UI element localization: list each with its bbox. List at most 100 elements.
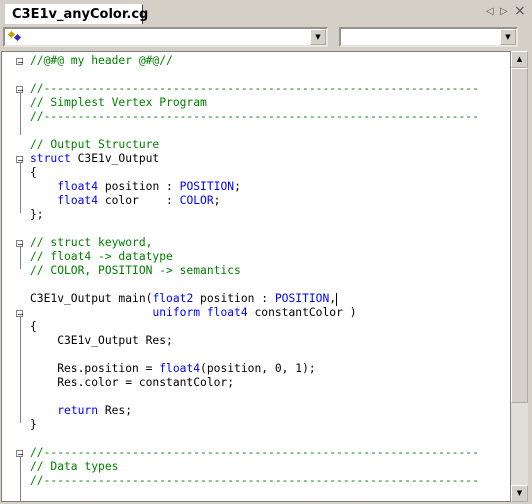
code-line[interactable]: Res.position = float4(position, 0, 1); [30, 362, 479, 376]
fold-line [20, 93, 21, 135]
code-line[interactable] [30, 124, 479, 138]
scope-combo[interactable]: ▼ [3, 27, 328, 47]
chevron-down-icon[interactable]: ▼ [500, 29, 516, 45]
code-line[interactable] [30, 348, 479, 362]
code-text-token: C3E1v_Output main( [30, 292, 153, 305]
scrollbar-thumb[interactable] [511, 68, 528, 403]
code-line[interactable]: //--------------------------------------… [30, 474, 479, 488]
code-comment: //--------------------------------------… [30, 474, 479, 487]
code-line[interactable]: // struct keyword, [30, 236, 479, 250]
code-keyword: POSITION [179, 180, 235, 193]
code-line[interactable]: //@#@ my header @#@// [30, 54, 479, 68]
close-icon[interactable]: × [514, 3, 526, 19]
code-text-token: C3E1v_Output Res; [30, 334, 173, 347]
code-keyword: return [57, 404, 99, 417]
code-keyword: COLOR [179, 194, 214, 207]
fold-toggle-comment[interactable]: − [16, 240, 24, 249]
code-line[interactable] [30, 68, 479, 82]
code-text-token: position : [193, 292, 275, 305]
code-line[interactable]: return Res; [30, 404, 479, 418]
code-line[interactable]: { [30, 166, 479, 180]
fold-gutter: − − − − − − [2, 52, 24, 501]
code-keyword: POSITION [274, 292, 330, 305]
code-text-token: }; [30, 208, 44, 221]
fold-toggle-struct[interactable]: − [16, 156, 24, 165]
chevron-down-icon[interactable]: ▼ [310, 29, 326, 45]
code-comment: //--------------------------------------… [30, 82, 479, 95]
code-text-token: Res; [98, 404, 133, 417]
code-line[interactable] [30, 432, 479, 446]
code-line[interactable]: // Output Structure [30, 138, 479, 152]
code-text[interactable]: //@#@ my header @#@// //-----------------… [30, 54, 479, 488]
code-comment: // COLOR, POSITION -> semantics [30, 264, 241, 277]
code-line[interactable] [30, 390, 479, 404]
code-keyword: uniform [152, 306, 201, 319]
code-comment: // Simplest Vertex Program [30, 96, 207, 109]
code-keyword: float4 [57, 194, 99, 207]
fold-toggle-comment-block[interactable]: − [16, 86, 24, 95]
code-line[interactable]: struct C3E1v_Output [30, 152, 479, 166]
code-line[interactable]: //--------------------------------------… [30, 110, 479, 124]
tab-scroll-left-icon[interactable]: ◁ [486, 6, 494, 17]
code-comment: // float4 -> datatype [30, 250, 173, 263]
navigation-bar: ▼ ▼ [0, 24, 532, 50]
code-text-token: , [329, 292, 337, 305]
code-text-token: position : [98, 180, 180, 193]
code-line[interactable]: //--------------------------------------… [30, 82, 479, 96]
member-combo[interactable]: ▼ [339, 27, 518, 47]
code-line[interactable]: // Simplest Vertex Program [30, 96, 479, 110]
code-text-token: constantColor ) [247, 306, 357, 319]
scroll-up-icon[interactable]: ▲ [511, 51, 528, 68]
code-keyword: float4 [57, 180, 99, 193]
code-text-token: ; [213, 194, 221, 207]
vertical-scrollbar[interactable]: ▲ ▼ [511, 51, 528, 502]
code-line[interactable]: { [30, 320, 479, 334]
tab-scroll-right-icon[interactable]: ▷ [500, 6, 508, 17]
code-line[interactable]: // Data types [30, 460, 479, 474]
code-text-token: color : [98, 194, 180, 207]
code-comment: // struct keyword, [30, 236, 153, 249]
code-line[interactable]: Res.color = constantColor; [30, 376, 479, 390]
code-keyword: struct [30, 152, 71, 165]
code-line[interactable]: uniform float4 constantColor ) [30, 306, 479, 320]
code-comment: //--------------------------------------… [30, 446, 479, 459]
code-keyword: float2 [152, 292, 194, 305]
fold-toggle-main[interactable]: − [16, 310, 24, 319]
code-line[interactable]: //--------------------------------------… [30, 446, 479, 460]
scroll-down-icon[interactable]: ▼ [511, 485, 528, 502]
fold-toggle-data-types[interactable]: − [16, 450, 24, 459]
code-line[interactable] [30, 222, 479, 236]
code-line[interactable]: C3E1v_Output Res; [30, 334, 479, 348]
code-keyword: float4 [159, 362, 201, 375]
tab-file[interactable]: C3E1v_anyColor.cg [5, 4, 148, 24]
code-line[interactable]: float4 position : POSITION; [30, 180, 479, 194]
code-text-token: Res.position = [30, 362, 160, 375]
code-text-token: C3E1v_Output [70, 152, 160, 165]
fold-line [20, 317, 21, 423]
scope-icon [7, 30, 22, 45]
fold-line [20, 163, 21, 213]
code-text-token: Res.color = constantColor; [30, 376, 235, 389]
code-line[interactable]: // COLOR, POSITION -> semantics [30, 264, 479, 278]
code-text-token: { [30, 166, 37, 179]
code-line[interactable]: // float4 -> datatype [30, 250, 479, 264]
code-comment: // Data types [30, 460, 119, 473]
code-editor[interactable]: − − − − − − //@#@ my header @#@// //-----… [1, 51, 511, 502]
code-line[interactable]: } [30, 418, 479, 432]
code-line[interactable]: C3E1v_Output main(float2 position : POSI… [30, 292, 479, 306]
fold-line [20, 247, 21, 269]
tab-bar: C3E1v_anyColor.cg ◁ ▷ × [0, 0, 532, 24]
code-line[interactable]: }; [30, 208, 479, 222]
code-line[interactable] [30, 278, 479, 292]
code-keyword: float4 [206, 306, 248, 319]
code-line[interactable]: float4 color : COLOR; [30, 194, 479, 208]
fold-line [20, 457, 21, 501]
fold-toggle-header[interactable]: − [16, 58, 24, 67]
code-text-token: ; [234, 180, 241, 193]
code-text-token: (position, 0, 1); [200, 362, 316, 375]
